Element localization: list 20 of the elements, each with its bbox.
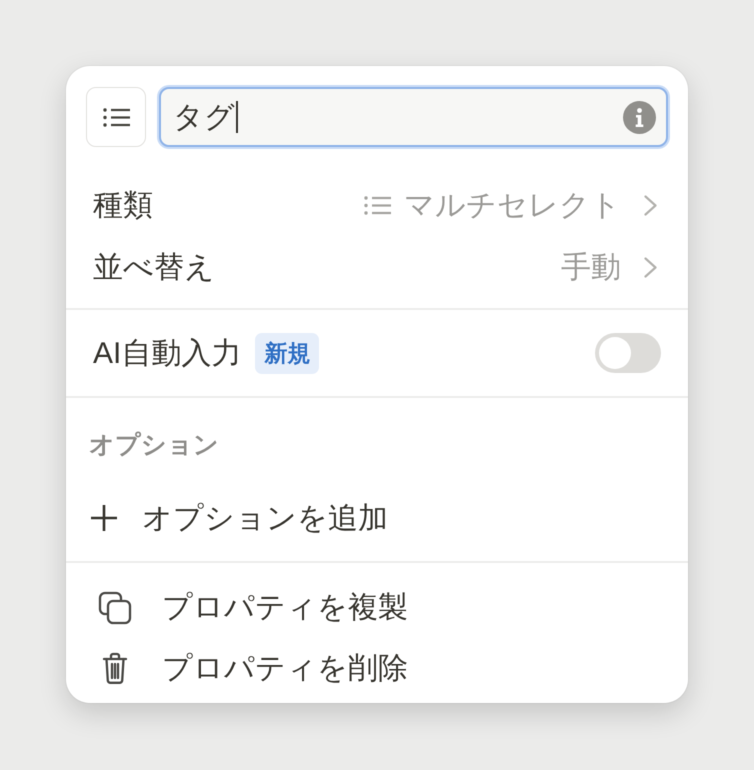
chevron-right-icon [644, 194, 657, 216]
section-heading: オプション [89, 430, 219, 461]
new-badge: 新規 [255, 332, 320, 374]
duplicate-property-button[interactable]: プロパティを複製 [95, 587, 408, 628]
setting-label: 並べ替え [93, 250, 215, 286]
property-icon-button[interactable] [86, 87, 146, 147]
setting-label: AI自動入力 [93, 336, 242, 372]
list-icon [364, 196, 391, 214]
copy-icon [98, 590, 132, 624]
setting-label: 種類 [93, 188, 153, 224]
plus-icon [91, 505, 117, 531]
toggle-switch[interactable] [595, 333, 661, 373]
text-cursor [236, 101, 238, 133]
chevron-right-icon [644, 256, 657, 278]
info-icon[interactable] [623, 100, 656, 134]
list-icon [102, 108, 130, 126]
add-option-button[interactable]: オプションを追加 [91, 498, 388, 538]
delete-property-button[interactable]: プロパティを削除 [95, 648, 408, 689]
trash-icon [102, 652, 128, 685]
name-field[interactable]: タグ [159, 87, 668, 147]
